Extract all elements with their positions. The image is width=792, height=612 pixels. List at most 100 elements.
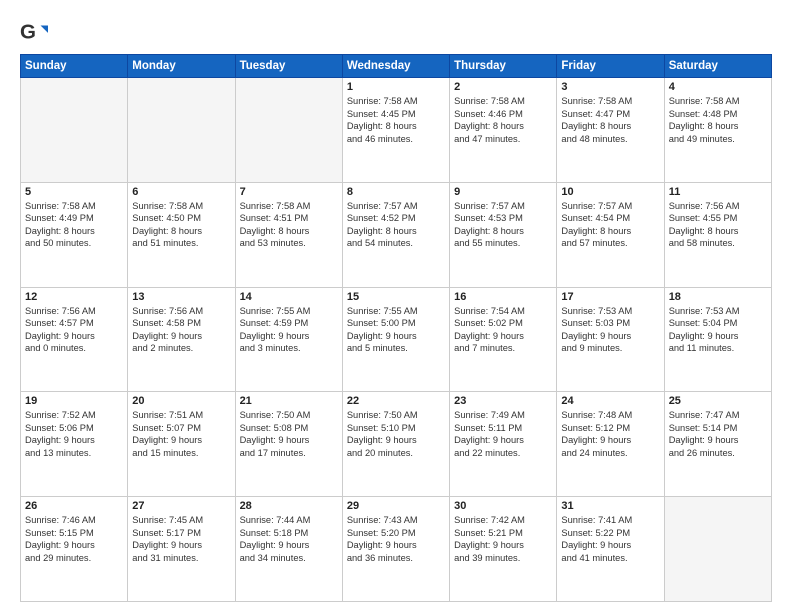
cell-info-line: and 9 minutes. [561,342,659,355]
calendar-cell: 29Sunrise: 7:43 AMSunset: 5:20 PMDayligh… [342,497,449,602]
cell-info-line: Sunset: 4:55 PM [669,212,767,225]
cell-info-line: and 49 minutes. [669,133,767,146]
svg-text:G: G [20,21,36,44]
cell-info-line: Daylight: 9 hours [454,330,552,343]
cell-info-line: Sunset: 5:06 PM [25,422,123,435]
cell-info-line: and 7 minutes. [454,342,552,355]
cell-info-line: Daylight: 8 hours [347,225,445,238]
cell-info-line: Sunrise: 7:50 AM [347,409,445,422]
cell-info-line: Daylight: 9 hours [454,434,552,447]
cell-info-line: and 34 minutes. [240,552,338,565]
weekday-header-sunday: Sunday [21,55,128,78]
cell-info-line: Sunrise: 7:44 AM [240,514,338,527]
cell-info-line: Sunrise: 7:42 AM [454,514,552,527]
cell-info-line: and 24 minutes. [561,447,659,460]
cell-info-line: and 31 minutes. [132,552,230,565]
cell-info-line: Sunset: 4:53 PM [454,212,552,225]
calendar-cell: 11Sunrise: 7:56 AMSunset: 4:55 PMDayligh… [664,182,771,287]
cell-info-line: and 13 minutes. [25,447,123,460]
cell-info-line: Daylight: 9 hours [454,539,552,552]
calendar-cell [128,78,235,183]
cell-info-line: Sunrise: 7:49 AM [454,409,552,422]
calendar-cell: 14Sunrise: 7:55 AMSunset: 4:59 PMDayligh… [235,287,342,392]
cell-info-line: Sunrise: 7:43 AM [347,514,445,527]
calendar-cell: 28Sunrise: 7:44 AMSunset: 5:18 PMDayligh… [235,497,342,602]
day-number: 14 [240,291,338,303]
cell-info-line: Daylight: 9 hours [561,539,659,552]
cell-info-line: Sunset: 5:21 PM [454,527,552,540]
cell-info-line: Daylight: 9 hours [132,330,230,343]
calendar-cell: 3Sunrise: 7:58 AMSunset: 4:47 PMDaylight… [557,78,664,183]
cell-info-line: Daylight: 9 hours [561,434,659,447]
cell-info-line: Sunrise: 7:53 AM [669,305,767,318]
cell-info-line: Sunrise: 7:45 AM [132,514,230,527]
cell-info-line: Sunrise: 7:58 AM [25,200,123,213]
week-row-5: 26Sunrise: 7:46 AMSunset: 5:15 PMDayligh… [21,497,772,602]
cell-info-line: and 48 minutes. [561,133,659,146]
cell-info-line: Sunset: 5:20 PM [347,527,445,540]
cell-info-line: Sunrise: 7:57 AM [454,200,552,213]
day-number: 25 [669,395,767,407]
cell-info-line: Daylight: 9 hours [132,539,230,552]
day-number: 29 [347,500,445,512]
cell-info-line: Daylight: 8 hours [454,225,552,238]
calendar-cell: 4Sunrise: 7:58 AMSunset: 4:48 PMDaylight… [664,78,771,183]
calendar: SundayMondayTuesdayWednesdayThursdayFrid… [20,54,772,602]
cell-info-line: Daylight: 9 hours [25,330,123,343]
calendar-cell: 31 Sunrise: 7:41 AMSunset: 5:22 PMDayligh… [557,497,664,602]
cell-info-line: Sunset: 5:12 PM [561,422,659,435]
cell-info-line: Daylight: 8 hours [454,120,552,133]
weekday-header-wednesday: Wednesday [342,55,449,78]
cell-info-line: Sunset: 4:46 PM [454,108,552,121]
day-number: 31 [561,500,659,512]
logo-icon: G [20,18,48,46]
cell-info-line: Sunset: 4:52 PM [347,212,445,225]
cell-info-line: Sunset: 5:14 PM [669,422,767,435]
cell-info-line: and 11 minutes. [669,342,767,355]
cell-info-line: and 54 minutes. [347,237,445,250]
cell-info-line: Sunset: 5:17 PM [132,527,230,540]
weekday-header-friday: Friday [557,55,664,78]
cell-info-line: Daylight: 9 hours [561,330,659,343]
calendar-cell: 16Sunrise: 7:54 AMSunset: 5:02 PMDayligh… [450,287,557,392]
header: G [20,18,772,46]
cell-info-line: and 55 minutes. [454,237,552,250]
day-number: 6 [132,186,230,198]
cell-info-line: Sunrise: 7:58 AM [454,95,552,108]
cell-info-line: Sunset: 5:08 PM [240,422,338,435]
calendar-cell: 12Sunrise: 7:56 AMSunset: 4:57 PMDayligh… [21,287,128,392]
day-number: 24 [561,395,659,407]
cell-info-line: and 51 minutes. [132,237,230,250]
weekday-header-thursday: Thursday [450,55,557,78]
calendar-cell: 8Sunrise: 7:57 AMSunset: 4:52 PMDaylight… [342,182,449,287]
calendar-cell: 21Sunrise: 7:50 AMSunset: 5:08 PMDayligh… [235,392,342,497]
calendar-cell: 20Sunrise: 7:51 AMSunset: 5:07 PMDayligh… [128,392,235,497]
day-number: 22 [347,395,445,407]
cell-info-line: and 47 minutes. [454,133,552,146]
cell-info-line: Sunset: 4:51 PM [240,212,338,225]
cell-info-line: Sunset: 5:22 PM [561,527,659,540]
cell-info-line: and 26 minutes. [669,447,767,460]
cell-info-line: Sunrise: 7:41 AM [561,514,659,527]
day-number: 2 [454,81,552,93]
cell-info-line: Sunset: 5:11 PM [454,422,552,435]
cell-info-line: and 20 minutes. [347,447,445,460]
cell-info-line: Sunset: 4:50 PM [132,212,230,225]
cell-info-line: Sunset: 4:47 PM [561,108,659,121]
calendar-cell: 7Sunrise: 7:58 AMSunset: 4:51 PMDaylight… [235,182,342,287]
cell-info-line: Daylight: 9 hours [25,539,123,552]
cell-info-line: Sunset: 4:49 PM [25,212,123,225]
cell-info-line: and 29 minutes. [25,552,123,565]
calendar-cell: 17Sunrise: 7:53 AMSunset: 5:03 PMDayligh… [557,287,664,392]
calendar-cell: 23Sunrise: 7:49 AMSunset: 5:11 PMDayligh… [450,392,557,497]
calendar-cell: 13Sunrise: 7:56 AMSunset: 4:58 PMDayligh… [128,287,235,392]
cell-info-line: and 46 minutes. [347,133,445,146]
cell-info-line: Sunset: 5:00 PM [347,317,445,330]
cell-info-line: Sunrise: 7:57 AM [347,200,445,213]
cell-info-line: and 58 minutes. [669,237,767,250]
calendar-cell: 26Sunrise: 7:46 AMSunset: 5:15 PMDayligh… [21,497,128,602]
cell-info-line: Sunset: 4:57 PM [25,317,123,330]
calendar-cell [21,78,128,183]
calendar-cell: 10Sunrise: 7:57 AMSunset: 4:54 PMDayligh… [557,182,664,287]
cell-info-line: Daylight: 9 hours [240,330,338,343]
